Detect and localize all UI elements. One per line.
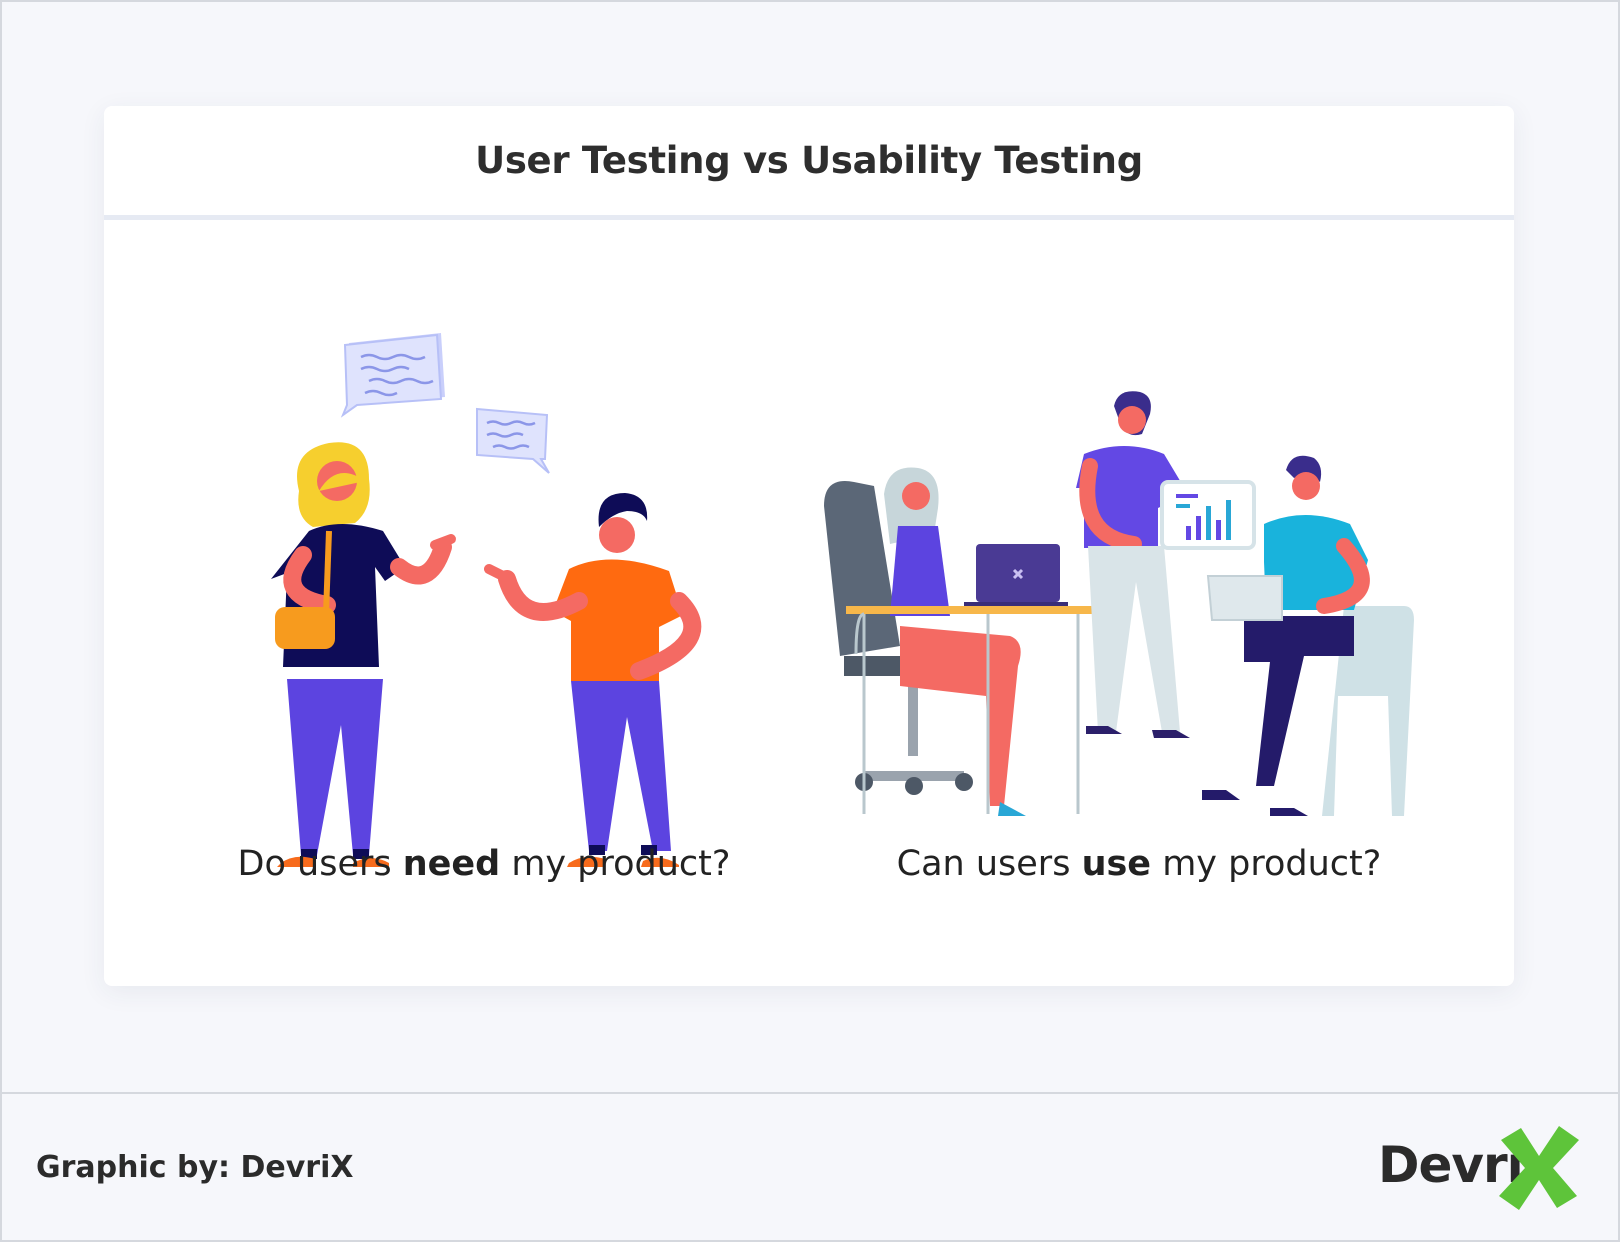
logo-x-icon: [1499, 1126, 1579, 1210]
page-title: User Testing vs Usability Testing: [475, 139, 1143, 182]
seated-woman-figure: [884, 467, 1026, 816]
office-illustration: [824, 391, 1414, 816]
card-header: User Testing vs Usability Testing: [104, 106, 1514, 220]
footer-divider: [0, 1092, 1620, 1094]
infographic-card: User Testing vs Usability Testing Do use…: [104, 106, 1514, 986]
man-figure: [484, 493, 702, 867]
speech-bubble-icon: [340, 333, 445, 418]
devrix-logo: Devri: [1375, 1122, 1585, 1212]
graphic-credit: Graphic by: DevriX: [36, 1150, 354, 1185]
usability-testing-caption: Can users use my product?: [896, 844, 1382, 884]
user-testing-caption: Do users need my product?: [237, 844, 731, 884]
woman-figure: [271, 442, 456, 867]
conversation-illustration: [271, 333, 702, 867]
laptop-icon: [964, 544, 1068, 606]
speech-bubble-icon: [476, 407, 550, 474]
standing-man-figure: [1076, 391, 1256, 738]
